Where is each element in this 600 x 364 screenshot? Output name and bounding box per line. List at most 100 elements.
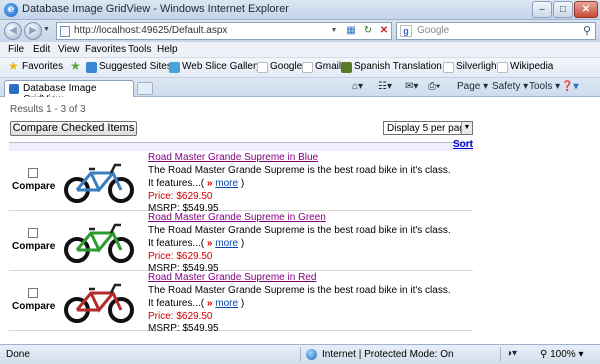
description-line: It features...( xyxy=(148,238,205,249)
menu-help[interactable]: Help xyxy=(157,44,178,55)
mail-icon[interactable]: ✉▾ xyxy=(405,81,418,92)
address-bar[interactable]: http://localhost:49625/Default.aspx ▼ ▦ … xyxy=(56,22,392,40)
help-icon[interactable]: ❓▾ xyxy=(561,81,578,92)
compare-checked-items-button[interactable]: Compare Checked Items xyxy=(10,121,137,136)
stop-icon[interactable]: ✕ xyxy=(377,24,391,38)
menu-tools[interactable]: Tools xyxy=(128,44,151,55)
more-link[interactable]: more xyxy=(215,298,238,309)
compare-checkbox[interactable] xyxy=(28,168,38,178)
product-price: Price: $629.50 xyxy=(148,251,213,262)
bike-image[interactable] xyxy=(63,157,135,204)
favorites-button[interactable]: Favorites xyxy=(22,61,63,72)
feeds-icon[interactable]: ☷▾ xyxy=(378,81,392,92)
description-line: The Road Master Grande Supreme is the be… xyxy=(148,285,451,296)
compatibility-view-icon[interactable]: ▦ xyxy=(344,24,358,38)
refresh-icon[interactable]: ↻ xyxy=(361,24,375,38)
new-tab-button[interactable] xyxy=(137,82,153,95)
ie-logo-icon: e xyxy=(4,3,18,17)
description-line: The Road Master Grande Supreme is the be… xyxy=(148,165,451,176)
page-tab-icon xyxy=(9,84,19,94)
compare-checkbox[interactable] xyxy=(28,228,38,238)
safety-menu[interactable]: Safety ▾ xyxy=(492,81,528,92)
page-size-value: Display 5 per page xyxy=(387,123,471,134)
menu-view[interactable]: View xyxy=(58,44,80,55)
fav-web-slice-gallery[interactable]: Web Slice Gallery xyxy=(182,61,261,72)
zoom-value: 100% xyxy=(550,349,576,360)
security-zone-text[interactable]: Internet | Protected Mode: On xyxy=(322,349,454,360)
google-search-provider-icon[interactable]: g xyxy=(400,25,412,37)
address-toolbar: ◀ ▶ ▼ http://localhost:49625/Default.asp… xyxy=(0,20,600,42)
table-row: Compare Road Master Grande Supreme in Re… xyxy=(9,271,473,334)
double-chevron-right-icon: » xyxy=(206,298,213,309)
compare-checkbox[interactable] xyxy=(28,288,38,298)
bike-image[interactable] xyxy=(63,217,135,264)
fav-spanish-translation[interactable]: Spanish Translation xyxy=(354,61,442,72)
product-price: Price: $629.50 xyxy=(148,191,213,202)
product-price: Price: $629.50 xyxy=(148,311,213,322)
close-button[interactable]: ✕ xyxy=(574,1,598,18)
description-line: It features...( xyxy=(148,178,205,189)
print-icon[interactable]: ⎙▾ xyxy=(428,81,440,92)
fav-silverlight[interactable]: Silverlight xyxy=(456,61,499,72)
favorites-bar: ★ Favorites ★ Suggested Sites Web Slice … xyxy=(0,58,600,78)
forward-button[interactable]: ▶ xyxy=(24,22,42,40)
more-link[interactable]: more xyxy=(215,238,238,249)
address-dropdown-icon[interactable]: ▼ xyxy=(327,24,341,38)
minimize-button[interactable]: – xyxy=(532,1,552,18)
page-content: Results 1 - 3 of 3 Compare Checked Items… xyxy=(0,97,600,344)
product-description: The Road Master Grande Supreme is the be… xyxy=(148,285,451,309)
back-button[interactable]: ◀ xyxy=(4,22,22,40)
maximize-button[interactable]: □ xyxy=(553,1,573,18)
product-description: The Road Master Grande Supreme is the be… xyxy=(148,165,451,189)
description-line: It features...( xyxy=(148,298,205,309)
product-name-link[interactable]: Road Master Grande Supreme in Green xyxy=(148,212,326,223)
menu-file[interactable]: File xyxy=(8,44,24,55)
tools-menu[interactable]: Tools ▾ xyxy=(529,81,560,92)
fav-gmail[interactable]: Gmail xyxy=(315,61,341,72)
internet-zone-icon xyxy=(306,349,317,360)
fav-google[interactable]: Google xyxy=(270,61,302,72)
table-row: Compare Road Master Grande Supreme in Bl… xyxy=(9,151,473,214)
grid-header: Sort xyxy=(9,139,473,151)
page-size-select[interactable]: Display 5 per page ▼ xyxy=(383,121,473,135)
address-url[interactable]: http://localhost:49625/Default.aspx xyxy=(74,25,227,36)
silverlight-icon xyxy=(443,62,454,73)
menu-edit[interactable]: Edit xyxy=(33,44,50,55)
menu-favorites[interactable]: Favorites xyxy=(85,44,126,55)
protected-mode-icon[interactable]: ◑▾ xyxy=(506,348,517,359)
title-bar: e Database Image GridView - Windows Inte… xyxy=(0,0,600,20)
more-link[interactable]: more xyxy=(215,178,238,189)
status-divider xyxy=(300,347,301,362)
window-title: Database Image GridView - Windows Intern… xyxy=(22,3,289,15)
gmail-icon xyxy=(302,62,313,73)
sort-link[interactable]: Sort xyxy=(453,139,473,150)
search-icon[interactable]: ⚲ xyxy=(583,24,591,37)
add-to-favorites-icon[interactable]: ★ xyxy=(70,59,81,73)
product-description: The Road Master Grande Supreme is the be… xyxy=(148,225,451,249)
page-menu-label: Page xyxy=(457,81,481,92)
page-icon xyxy=(60,26,70,37)
product-msrp: MSRP: $549.95 xyxy=(148,323,219,334)
compare-label: Compare xyxy=(12,301,56,312)
tab-bar: Database Image GridView ⌂▾ ☷▾ ✉▾ ⎙▾ Page… xyxy=(0,78,600,105)
status-bar: Done Internet | Protected Mode: On ◑▾ ⚲ … xyxy=(0,344,600,364)
home-icon[interactable]: ⌂▾ xyxy=(352,81,363,92)
fav-suggested-sites[interactable]: Suggested Sites xyxy=(99,61,172,72)
results-count: Results 1 - 3 of 3 xyxy=(10,104,86,115)
tools-menu-label: Tools xyxy=(529,81,553,92)
table-row: Compare Road Master Grande Supreme in Gr… xyxy=(9,211,473,274)
search-input[interactable]: g Google ⚲ xyxy=(396,22,596,40)
chevron-down-icon[interactable]: ▼ xyxy=(461,122,472,134)
bike-image[interactable] xyxy=(63,277,135,324)
zoom-level[interactable]: ⚲ 100% ▾ xyxy=(540,349,584,360)
tab-database-image-gridview[interactable]: Database Image GridView xyxy=(4,80,134,105)
product-name-link[interactable]: Road Master Grande Supreme in Red xyxy=(148,272,316,283)
double-chevron-right-icon: » xyxy=(206,238,213,249)
product-name-link[interactable]: Road Master Grande Supreme in Blue xyxy=(148,152,318,163)
page-menu[interactable]: Page ▾ xyxy=(457,81,488,92)
fav-wikipedia[interactable]: Wikipedia xyxy=(510,61,553,72)
recent-pages-dropdown-icon[interactable]: ▼ xyxy=(43,26,50,33)
favorites-star-icon[interactable]: ★ xyxy=(8,59,19,73)
safety-menu-label: Safety xyxy=(492,81,521,92)
wikipedia-icon xyxy=(497,62,508,73)
